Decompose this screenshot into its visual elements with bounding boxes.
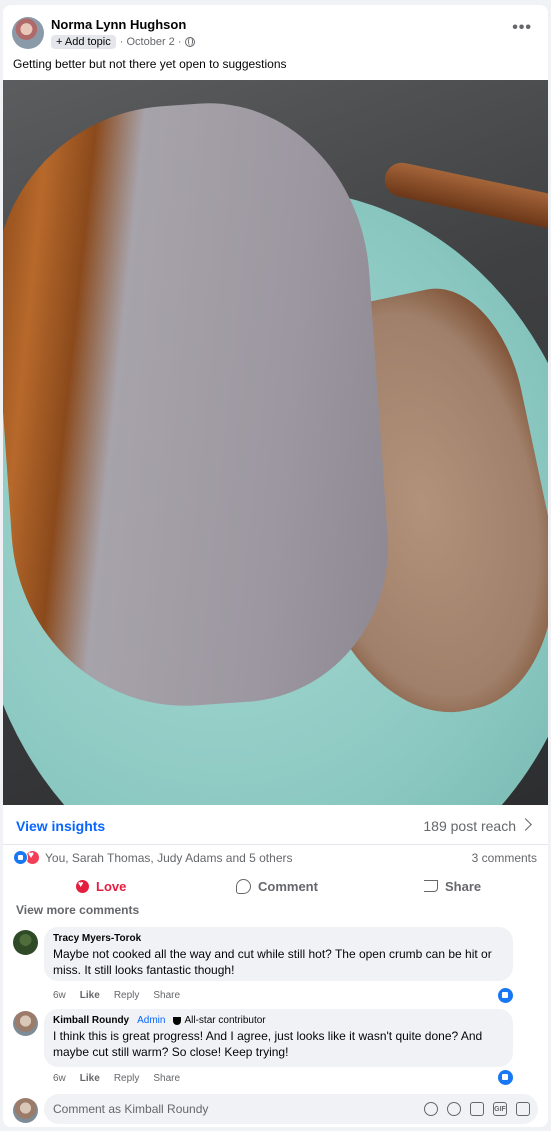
share-button[interactable]: Share [424,875,481,897]
like-reaction-icon[interactable] [498,988,513,1003]
post-meta: + Add topic · October 2 · [51,34,195,50]
comment-icon [236,878,251,894]
add-topic-button[interactable]: + Add topic [51,35,116,49]
post-photo[interactable] [3,80,548,805]
love-icon [76,879,89,893]
comment-button[interactable]: Comment [236,875,318,897]
comment-like-button[interactable]: Like [80,1073,100,1087]
comment-footer: 6w Like Reply Share [53,1073,180,1087]
comment-input[interactable] [53,1100,413,1118]
love-button[interactable]: Love [76,875,126,897]
gif-icon[interactable]: GIF [493,1102,507,1116]
sticker-icon[interactable] [516,1102,530,1116]
commenter-name[interactable]: Kimball Roundy [53,1015,129,1026]
comment-label: Comment [258,878,318,894]
comment-composer[interactable]: GIF [44,1094,538,1124]
avatar[interactable] [13,930,38,955]
reaction-names[interactable]: You, Sarah Thomas, Judy Adams and 5 othe… [45,851,293,865]
comment-reply-button[interactable]: Reply [114,990,140,1004]
love-label: Love [96,878,127,894]
like-reaction-icon[interactable] [13,850,28,865]
post-reach[interactable]: 189 post reach [423,818,516,834]
view-insights-link[interactable]: View insights [16,818,105,834]
bread-loaf-shape [3,92,399,718]
view-more-comments-link[interactable]: View more comments [16,903,139,917]
comment-time[interactable]: 6w [53,990,66,1004]
post-card: Norma Lynn Hughson + Add topic · October… [3,5,548,1127]
post-caption: Getting better but not there yet open to… [13,57,287,71]
admin-badge[interactable]: Admin [137,1015,165,1026]
comment-bubble: Tracy Myers-Torok Maybe not cooked all t… [44,927,513,981]
trophy-icon [173,1016,182,1025]
like-reaction-icon[interactable] [498,1070,513,1085]
avatar[interactable] [13,1011,38,1036]
meta-separator: · [174,36,182,48]
camera-icon[interactable] [470,1102,484,1116]
author-avatar[interactable] [12,17,44,49]
share-icon [424,880,438,892]
post-date[interactable]: October 2 [126,36,174,48]
commenter-name[interactable]: Tracy Myers-Torok [53,933,141,944]
allstar-label: All-star contributor [184,1015,266,1026]
comment-bubble: Kimball Roundy Admin All-star contributo… [44,1009,513,1067]
post-header: Norma Lynn Hughson + Add topic · October… [3,5,548,80]
allstar-badge[interactable]: All-star contributor [173,1015,266,1026]
chevron-right-icon[interactable] [519,818,532,831]
comment-text: I think this is great progress! And I ag… [53,1029,483,1059]
avatar-icon[interactable] [13,1098,38,1123]
composer-icons: GIF [424,1102,530,1116]
globe-icon [184,37,195,47]
sticker-icon[interactable] [424,1102,438,1116]
comment-like-button[interactable]: Like [80,990,100,1004]
meta-separator: · [119,36,127,48]
share-label: Share [445,878,482,894]
comment-time[interactable]: 6w [53,1073,66,1087]
insights-bar: View insights 189 post reach [3,805,548,845]
comment-text: Maybe not cooked all the way and cut whi… [53,947,492,977]
comment-footer: 6w Like Reply Share [53,990,180,1004]
reactions-summary: You, Sarah Thomas, Judy Adams and 5 othe… [3,847,548,869]
comment-count[interactable]: 3 comments [472,851,537,865]
author-name[interactable]: Norma Lynn Hughson [51,17,186,32]
more-icon[interactable]: ••• [512,19,532,37]
comment-share-button[interactable]: Share [153,990,180,1004]
comment-author: Kimball Roundy Admin All-star contributo… [53,1015,503,1026]
comment-share-button[interactable]: Share [153,1073,180,1087]
action-bar: Love Comment Share [3,871,548,901]
emoji-icon[interactable] [447,1102,461,1116]
comment-author: Tracy Myers-Torok [53,933,503,944]
comment-reply-button[interactable]: Reply [114,1073,140,1087]
